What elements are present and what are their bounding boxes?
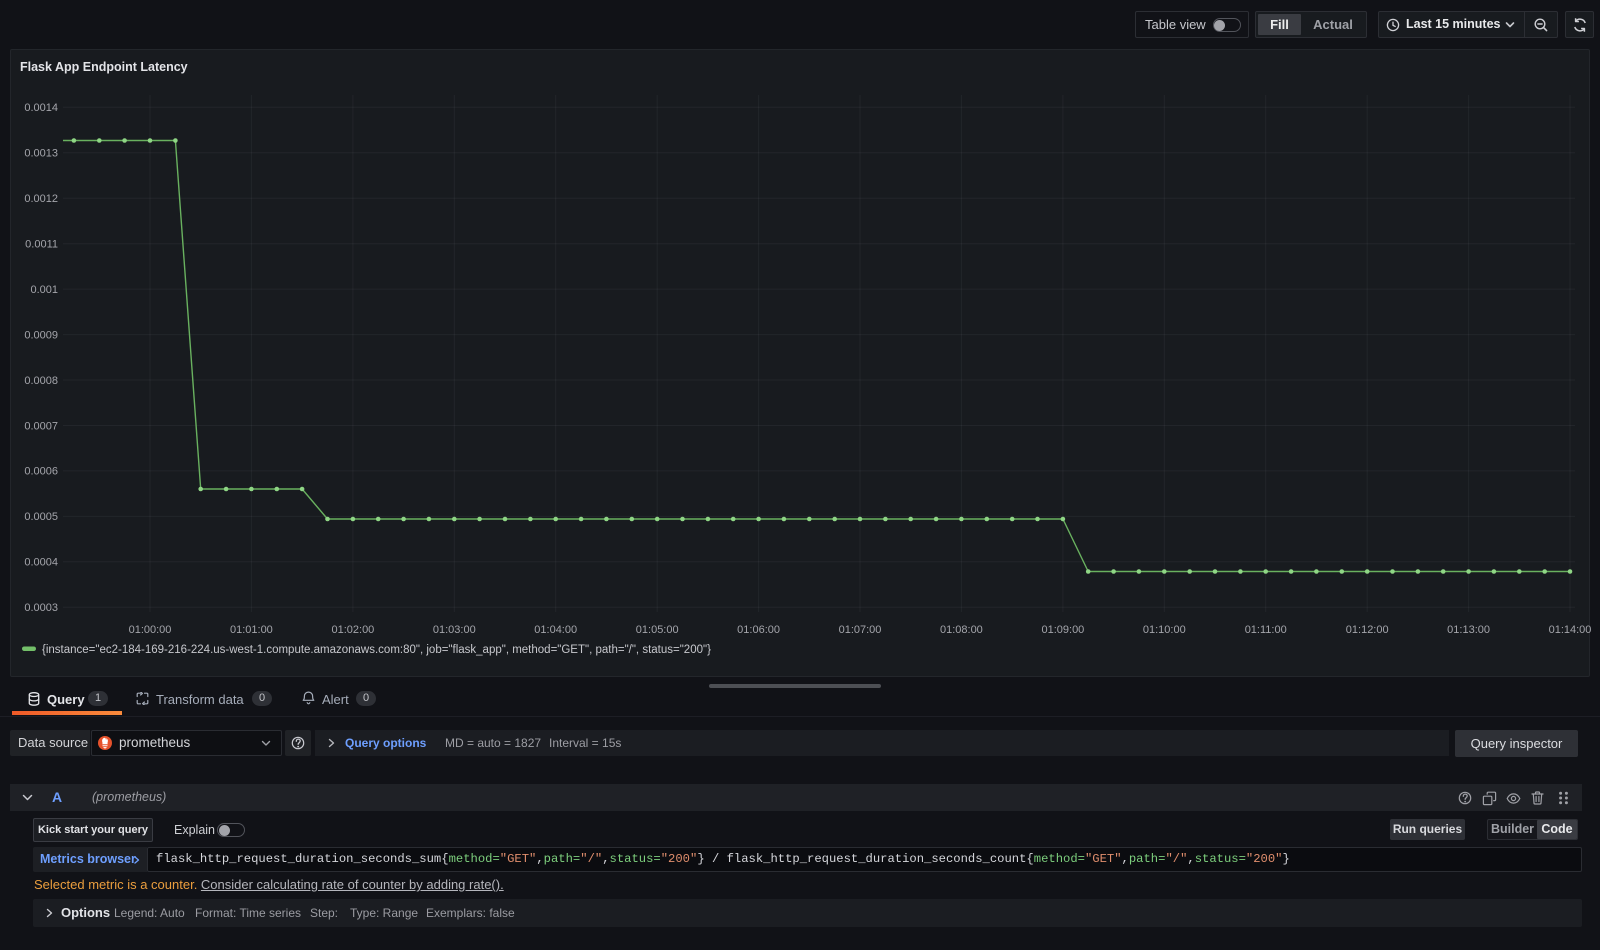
svg-text:01:13:00: 01:13:00 [1447, 624, 1490, 636]
svg-text:0.0013: 0.0013 [24, 148, 58, 160]
svg-text:01:01:00: 01:01:00 [230, 624, 273, 636]
svg-text:0.0008: 0.0008 [24, 375, 58, 387]
svg-text:01:06:00: 01:06:00 [737, 624, 780, 636]
svg-text:01:12:00: 01:12:00 [1346, 624, 1389, 636]
svg-text:0.0011: 0.0011 [25, 239, 58, 251]
svg-text:0.0006: 0.0006 [24, 466, 58, 478]
svg-text:01:02:00: 01:02:00 [331, 624, 374, 636]
svg-text:0.0005: 0.0005 [24, 511, 58, 523]
svg-text:{instance="ec2-184-169-216-224: {instance="ec2-184-169-216-224.us-west-1… [42, 644, 711, 656]
svg-text:0.001: 0.001 [30, 284, 58, 296]
svg-text:01:04:00: 01:04:00 [534, 624, 577, 636]
svg-text:01:05:00: 01:05:00 [636, 624, 679, 636]
svg-text:01:00:00: 01:00:00 [129, 624, 172, 636]
svg-text:0.0007: 0.0007 [24, 420, 58, 432]
svg-text:01:09:00: 01:09:00 [1041, 624, 1084, 636]
svg-text:01:08:00: 01:08:00 [940, 624, 983, 636]
svg-text:01:07:00: 01:07:00 [839, 624, 882, 636]
svg-text:01:03:00: 01:03:00 [433, 624, 476, 636]
svg-text:0.0014: 0.0014 [24, 102, 58, 114]
svg-text:0.0012: 0.0012 [24, 193, 58, 205]
svg-text:01:14:00: 01:14:00 [1549, 624, 1592, 636]
svg-text:01:10:00: 01:10:00 [1143, 624, 1186, 636]
svg-text:01:11:00: 01:11:00 [1245, 624, 1287, 636]
svg-text:0.0009: 0.0009 [24, 329, 58, 341]
svg-text:0.0004: 0.0004 [24, 557, 58, 569]
svg-text:0.0003: 0.0003 [24, 602, 58, 614]
